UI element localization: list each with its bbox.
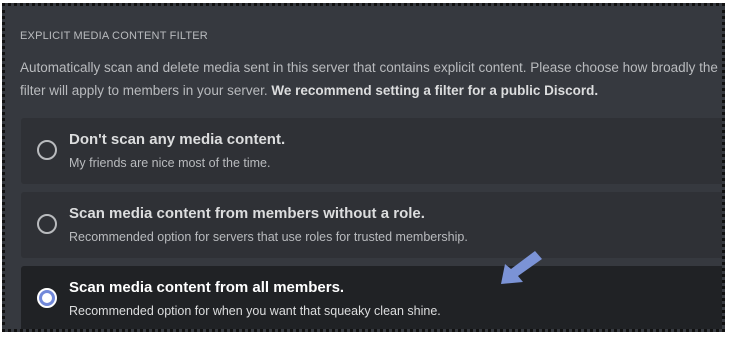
section-title: Explicit Media Content Filter <box>20 30 208 42</box>
content-filter-panel: Explicit Media Content Filter Automatica… <box>17 6 722 329</box>
radio-scan-all-members[interactable] <box>37 288 57 308</box>
radio-dont-scan[interactable] <box>37 140 57 160</box>
option-scan-all-members[interactable]: Scan media content from all members. Rec… <box>21 266 722 329</box>
option-title: Scan media content from all members. <box>69 279 345 296</box>
option-subtitle: Recommended option for when you want tha… <box>69 304 441 318</box>
radio-scan-without-role[interactable] <box>37 214 57 234</box>
screenshot-frame: Explicit Media Content Filter Automatica… <box>2 3 725 332</box>
option-scan-without-role[interactable]: Scan media content from members without … <box>21 192 722 258</box>
option-title: Don't scan any media content. <box>69 131 286 148</box>
arrow-pointer-icon <box>501 251 542 284</box>
option-subtitle: My friends are nice most of the time. <box>69 156 271 170</box>
filter-description: Automatically scan and delete media sent… <box>20 56 722 102</box>
option-title: Scan media content from members without … <box>69 205 425 222</box>
option-dont-scan[interactable]: Don't scan any media content. My friends… <box>21 118 722 184</box>
description-recommendation: We recommend setting a filter for a publ… <box>271 83 599 98</box>
option-subtitle: Recommended option for servers that use … <box>69 230 468 244</box>
